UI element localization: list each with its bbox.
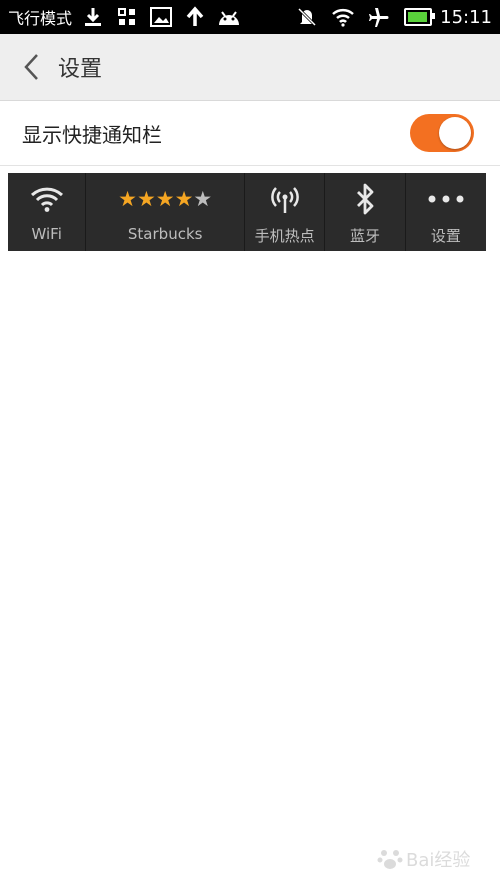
vibrate-off-icon [294, 4, 320, 30]
quick-item-label: 设置 [430, 227, 461, 245]
toggle-knob [439, 117, 471, 149]
star-filled-icon: ★ [155, 186, 175, 211]
bluetooth-icon [354, 177, 376, 221]
quick-item-label: 蓝牙 [350, 227, 381, 245]
star-empty-icon: ★ [193, 186, 213, 211]
quick-item-bluetooth[interactable]: 蓝牙 [325, 173, 406, 251]
airplane-mode-text: 飞行模式 [8, 9, 73, 28]
watermark-text: Bai经验 [406, 850, 471, 871]
title-bar: 设置 [0, 34, 500, 101]
airplane-icon [366, 4, 392, 30]
star-filled-icon: ★ [136, 186, 156, 211]
quick-item-wifi[interactable]: WiFi [8, 173, 87, 251]
watermark: Bai经验 [376, 839, 486, 879]
back-button[interactable] [10, 45, 54, 89]
image-icon [148, 4, 174, 30]
android-icon [216, 4, 242, 30]
more-icon [427, 177, 465, 221]
upload-icon [182, 4, 208, 30]
show-quick-notification-row[interactable]: 显示快捷通知栏 [0, 101, 500, 166]
rating-stars: ★ ★ ★ ★ ★ [118, 177, 212, 221]
star-filled-icon: ★ [174, 186, 194, 211]
battery-icon [404, 8, 436, 26]
chevron-left-icon [24, 54, 38, 80]
wifi-icon [29, 177, 65, 221]
clock: 15:11 [440, 6, 492, 28]
hotspot-icon [267, 177, 303, 221]
quick-item-starbucks[interactable]: ★ ★ ★ ★ ★ Starbucks [86, 173, 246, 251]
paw-icon [377, 850, 403, 869]
setting-label: 显示快捷通知栏 [22, 122, 162, 147]
quick-item-label: Starbucks [127, 225, 203, 243]
download-icon [80, 4, 106, 30]
status-bar: 飞行模式 15:11 [0, 0, 500, 34]
page-title: 设置 [58, 57, 103, 82]
quick-item-settings[interactable]: 设置 [406, 173, 486, 251]
grid-icon [114, 4, 140, 30]
quick-item-hotspot[interactable]: 手机热点 [245, 173, 326, 251]
star-filled-icon: ★ [118, 186, 137, 211]
quick-item-label: WiFi [31, 225, 62, 243]
wifi-icon [330, 4, 356, 30]
quick-notification-bar: WiFi ★ ★ ★ ★ ★ Starbucks 手机热点 蓝牙 设置 [8, 173, 486, 251]
quick-item-label: 手机热点 [254, 227, 315, 245]
quick-notification-toggle[interactable] [410, 114, 474, 152]
